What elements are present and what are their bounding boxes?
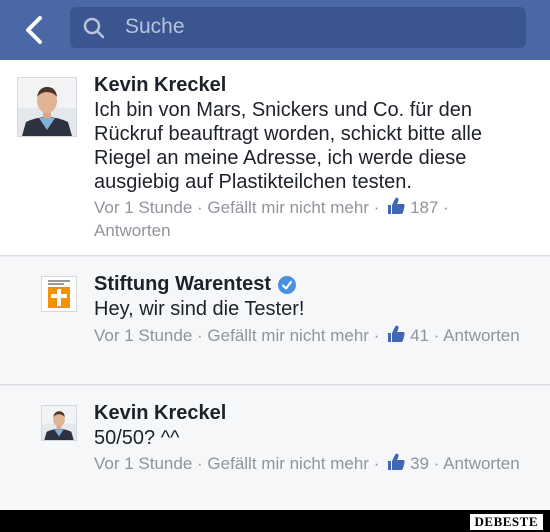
verified-badge-icon xyxy=(278,275,297,294)
author-name[interactable]: Kevin Kreckel xyxy=(94,74,226,97)
comment-text: Hey, wir sind die Tester! xyxy=(94,298,305,320)
author-name[interactable]: Stiftung Warentest xyxy=(94,273,271,296)
comment: Kevin Kreckel 50/50? ^^ Vor 1 Stunde · G… xyxy=(0,386,550,510)
timestamp: Vor 1 Stunde xyxy=(94,198,193,217)
reply-link[interactable]: Antworten xyxy=(94,221,171,240)
footer-bar: DEBESTE xyxy=(0,510,550,532)
comment-author[interactable]: Kevin Kreckel xyxy=(94,74,226,97)
author-name[interactable]: Kevin Kreckel xyxy=(94,402,226,425)
top-bar: Suche xyxy=(0,0,550,60)
search-icon xyxy=(83,17,105,39)
comment-meta: Vor 1 Stunde · Gefällt mir nicht mehr · … xyxy=(94,197,449,240)
unlike-link[interactable]: Gefällt mir nicht mehr xyxy=(207,198,369,217)
comment: Kevin Kreckel Ich bin von Mars, Snickers… xyxy=(0,60,550,256)
search-placeholder: Suche xyxy=(125,15,185,38)
timestamp: Vor 1 Stunde xyxy=(94,454,193,473)
comment-author[interactable]: Kevin Kreckel xyxy=(94,402,226,425)
thumbs-up-icon xyxy=(388,197,405,214)
avatar[interactable] xyxy=(41,276,77,312)
stiftung-warentest-logo xyxy=(42,277,76,311)
like-count[interactable]: 39 xyxy=(410,454,429,473)
reply-link[interactable]: Antworten xyxy=(443,454,520,473)
avatar[interactable] xyxy=(17,77,77,137)
unlike-link[interactable]: Gefällt mir nicht mehr xyxy=(207,454,369,473)
comment-text: Ich bin von Mars, Snickers und Co. für d… xyxy=(94,99,482,193)
like-count[interactable]: 41 xyxy=(410,326,429,345)
chevron-left-icon xyxy=(26,16,42,44)
comment-author[interactable]: Stiftung Warentest xyxy=(94,273,297,296)
comment-meta: Vor 1 Stunde · Gefällt mir nicht mehr · … xyxy=(94,453,520,473)
search-input[interactable]: Suche xyxy=(70,7,526,48)
reply-link[interactable]: Antworten xyxy=(443,326,520,345)
like-count[interactable]: 187 xyxy=(410,198,438,217)
thumbs-up-icon xyxy=(388,325,405,342)
timestamp: Vor 1 Stunde xyxy=(94,326,193,345)
comment: Stiftung Warentest Hey, wir sind die Tes… xyxy=(0,257,550,385)
comment-text: 50/50? ^^ xyxy=(94,427,180,449)
comment-meta: Vor 1 Stunde · Gefällt mir nicht mehr · … xyxy=(94,325,520,345)
avatar[interactable] xyxy=(41,405,77,441)
thumbs-up-icon xyxy=(388,453,405,470)
unlike-link[interactable]: Gefällt mir nicht mehr xyxy=(207,326,369,345)
watermark: DEBESTE xyxy=(468,513,544,531)
back-button[interactable] xyxy=(14,10,54,50)
